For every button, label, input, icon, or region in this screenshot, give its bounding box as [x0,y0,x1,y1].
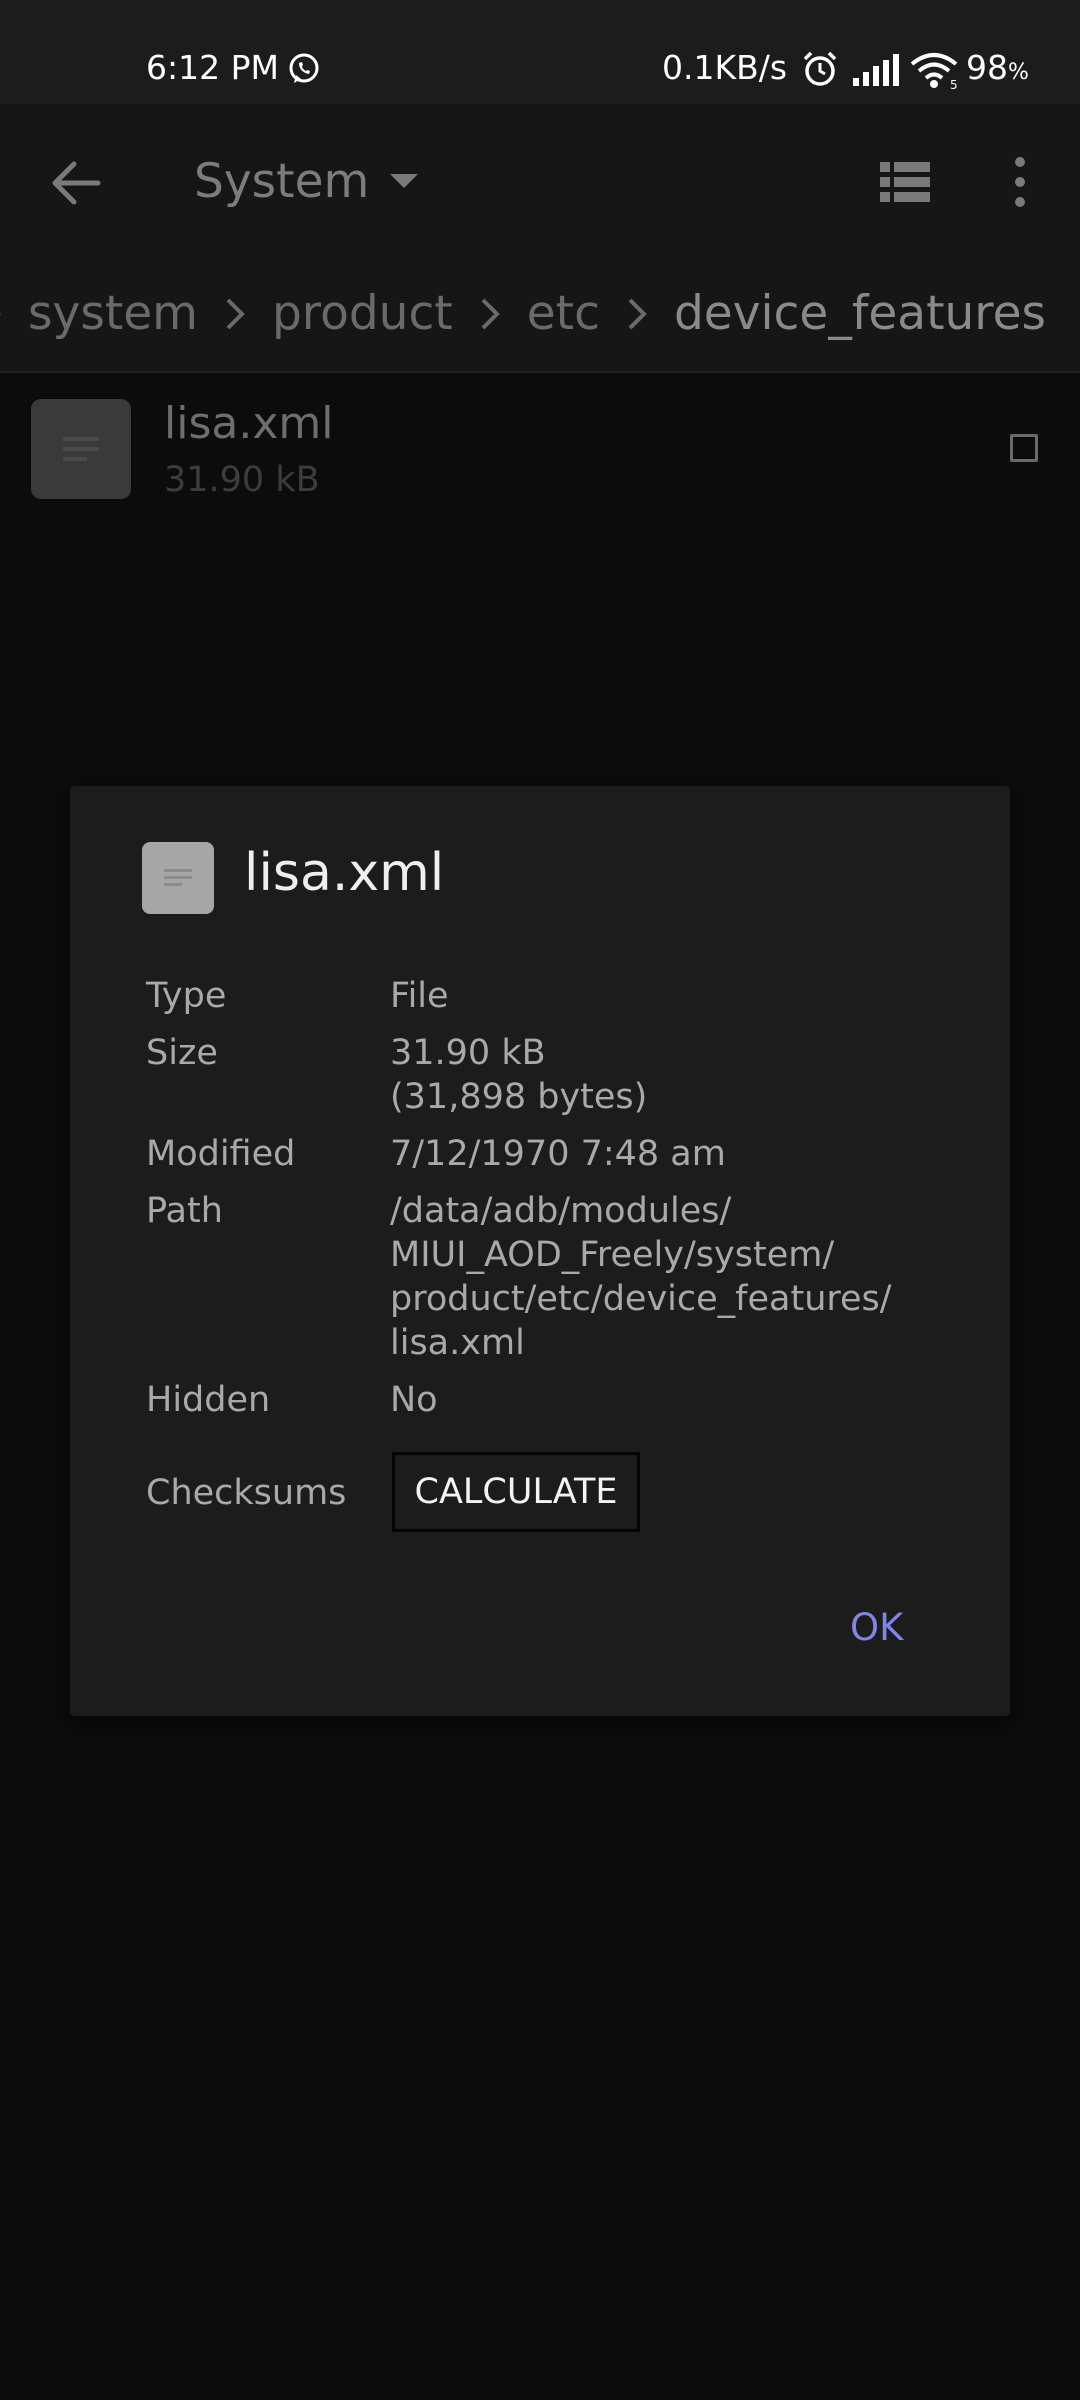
more-options-icon[interactable] [1000,154,1040,210]
whatsapp-icon [289,53,319,83]
breadcrumb-track: y system product etc device_features [0,284,1046,344]
document-icon [63,437,99,461]
path-value-line: MIUI_AOD_Freely/system/ [390,1235,835,1275]
network-speed: 0.1KB/s [662,48,788,87]
file-list-item[interactable]: lisa.xml 31.90 kB [0,374,1080,524]
path-value-line: /data/adb/modules/ [390,1191,732,1231]
calculate-checksums-button[interactable]: CALCULATE [392,1452,640,1532]
ok-button[interactable]: OK [850,1604,903,1652]
size-bytes-value: (31,898 bytes) [390,1077,648,1117]
breadcrumb-item-product[interactable]: product [272,284,453,344]
battery-unit: % [1008,60,1029,85]
path-value-line: lisa.xml [390,1323,525,1363]
storage-selector-title[interactable]: System [194,152,369,212]
toolbar: System [0,104,1080,256]
checksums-label: Checksums [146,1473,347,1513]
breadcrumb-item-system[interactable]: system [28,284,198,344]
file-select-checkbox[interactable] [1010,434,1038,462]
hidden-label: Hidden [146,1380,271,1420]
battery-value: 98 [966,48,1008,87]
type-label: Type [146,976,227,1016]
file-thumbnail [31,399,131,499]
wifi-icon: 5 [910,53,958,90]
svg-text:5: 5 [950,78,958,90]
chevron-right-icon [226,298,245,330]
battery-level: 98% [966,48,1029,93]
chevron-right-icon [481,298,500,330]
status-time: 6:12 PM [146,48,279,87]
breadcrumb-divider [0,371,1080,373]
hidden-value: No [390,1380,438,1420]
screen: 6:12 PM 0.1KB/s 5 98% System system prod… [0,0,1080,2400]
dialog-title: lisa.xml [244,843,445,903]
file-properties-dialog: lisa.xml Type File Size 31.90 kB (31,898… [70,786,1010,1716]
dropdown-arrow-icon[interactable] [386,170,422,194]
chevron-right-icon [0,313,1,315]
file-name: lisa.xml [164,398,334,449]
document-icon [164,869,192,886]
breadcrumb-item-etc[interactable]: etc [527,284,600,344]
modified-value: 7/12/1970 7:48 am [390,1134,726,1174]
breadcrumb-item-device-features[interactable]: device_features [674,284,1046,344]
modified-label: Modified [146,1134,296,1174]
list-view-icon[interactable] [876,154,934,210]
signal-icon [853,54,899,86]
path-label: Path [146,1191,223,1231]
path-value-line: product/etc/device_features/ [390,1279,892,1319]
back-arrow-icon[interactable] [40,148,110,218]
file-size: 31.90 kB [164,460,320,500]
breadcrumb: y system product etc device_features [0,256,1080,372]
status-bar: 6:12 PM 0.1KB/s 5 98% [0,0,1080,104]
size-value: 31.90 kB [390,1033,546,1073]
type-value: File [390,976,449,1016]
dialog-file-icon [142,842,214,914]
alarm-icon [803,51,837,86]
chevron-right-icon [628,298,647,330]
size-label: Size [146,1033,218,1073]
